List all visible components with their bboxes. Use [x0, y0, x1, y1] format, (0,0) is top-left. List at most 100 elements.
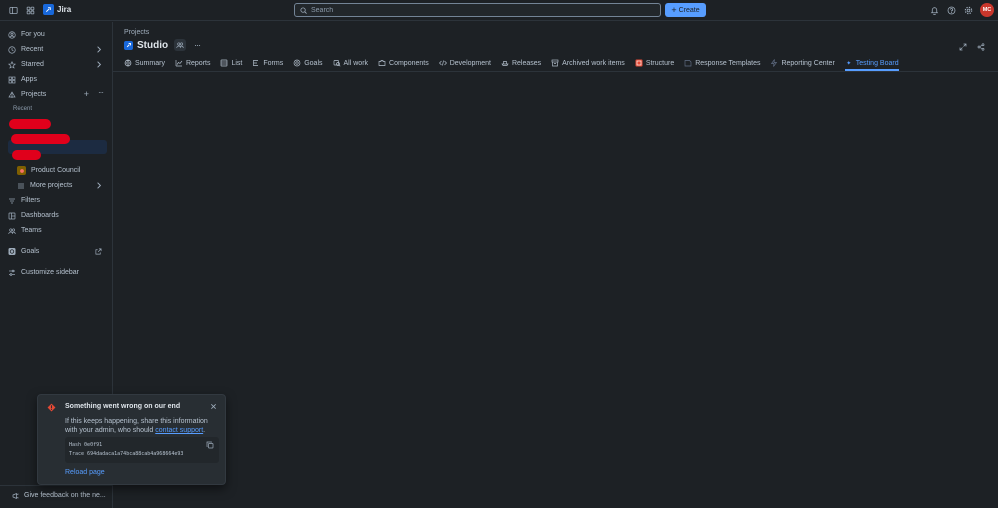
sidebar-toggle-icon[interactable] — [7, 4, 20, 17]
close-icon[interactable] — [210, 403, 218, 411]
projects-icon — [8, 90, 16, 99]
sidebar-item-filters[interactable]: Filters — [4, 194, 108, 207]
sidebar-item-more-projects[interactable]: More projects — [4, 179, 108, 192]
user-avatar[interactable]: MC — [980, 3, 994, 17]
error-flag: Something went wrong on our end If this … — [37, 394, 226, 485]
clock-icon — [8, 45, 16, 54]
reload-page-link[interactable]: Reload page — [65, 469, 105, 476]
tab-reporting-center[interactable]: Reporting Center — [770, 56, 835, 70]
tab-label: Testing Board — [855, 59, 899, 67]
feedback-label: Give feedback on the ne... — [24, 492, 106, 499]
error-icon — [47, 403, 56, 412]
breadcrumb[interactable]: Projects — [124, 29, 149, 36]
sidebar-item-label: Goals — [21, 248, 40, 255]
apps-icon — [8, 76, 16, 84]
person-circle-icon — [8, 30, 16, 39]
tab-releases[interactable]: Releases — [501, 56, 541, 70]
sidebar-item-customize[interactable]: Customize sidebar — [4, 266, 108, 279]
top-navigation-bar: Jira + Create MC — [0, 0, 998, 21]
list-icon — [220, 59, 228, 67]
error-message-period: . — [203, 427, 206, 434]
sidebar-item-apps[interactable]: Apps — [4, 73, 108, 86]
tab-goals[interactable]: Goals — [293, 56, 323, 70]
sidebar-item-for-you[interactable]: For you — [4, 28, 108, 41]
template-icon — [684, 59, 692, 67]
tab-label: Development — [449, 59, 491, 67]
share-icon[interactable] — [974, 40, 987, 53]
sidebar-item-label: Projects — [21, 91, 47, 98]
project-header: Studio ··· — [124, 39, 201, 51]
sidebar-item-label: Teams — [21, 227, 42, 234]
sidebar-item-teams[interactable]: Teams — [4, 224, 108, 237]
tab-label: Forms — [263, 59, 284, 67]
more-actions-icon[interactable]: ··· — [194, 40, 201, 50]
sidebar-item-label: More projects — [30, 182, 73, 189]
sidebar-item-product-council[interactable]: Product Council — [4, 164, 108, 177]
chevron-right-icon — [96, 182, 102, 189]
sidebar-item-projects[interactable]: Projects + ··· — [4, 88, 108, 101]
goals-icon — [8, 248, 16, 256]
app-switcher-icon[interactable] — [24, 4, 37, 17]
tab-label: Structure — [645, 59, 675, 67]
sidebar-item-label: Apps — [21, 76, 37, 83]
redacted-project[interactable] — [9, 119, 51, 129]
tab-all-work[interactable]: All work — [333, 56, 369, 70]
sidebar-item-starred[interactable]: Starred — [4, 58, 108, 71]
fullscreen-icon[interactable] — [956, 40, 969, 53]
tab-label: Reports — [185, 59, 211, 67]
product-council-project-icon — [17, 166, 26, 175]
tab-response-templates[interactable]: Response Templates — [684, 56, 760, 70]
tab-label: Archived work items — [562, 59, 625, 67]
redacted-project[interactable] — [11, 134, 70, 144]
sidebar-item-label: Starred — [21, 61, 44, 68]
tab-forms[interactable]: Forms — [252, 56, 283, 70]
more-options-icon[interactable]: ··· — [98, 88, 104, 97]
settings-gear-icon[interactable] — [962, 4, 975, 17]
search-box[interactable] — [294, 3, 661, 17]
tab-archived-work-items[interactable]: Archived work items — [551, 56, 625, 70]
tab-list[interactable]: List — [220, 56, 242, 70]
tab-summary[interactable]: Summary — [124, 56, 165, 70]
create-label: Create — [678, 6, 700, 14]
error-code-box: Hash 0e0f91 Trace 694dadaca1a74bca88cab4… — [65, 437, 219, 463]
create-button[interactable]: + Create — [665, 3, 706, 17]
give-feedback-button[interactable]: Give feedback on the ne... — [0, 485, 113, 505]
customize-icon — [8, 269, 16, 277]
tab-development[interactable]: Development — [438, 56, 491, 70]
sparkle-icon: ✦ — [846, 60, 852, 67]
tab-label: Components — [389, 59, 429, 67]
sidebar-item-label: Product Council — [31, 167, 81, 174]
sidebar-item-recent[interactable]: Recent — [4, 43, 108, 56]
sidebar-item-label: Customize sidebar — [21, 269, 79, 276]
copy-icon[interactable] — [206, 441, 214, 449]
contact-support-link[interactable]: contact support — [155, 427, 203, 434]
tab-components[interactable]: Components — [378, 56, 429, 70]
component-icon — [378, 59, 386, 67]
tab-structure[interactable]: Structure — [635, 56, 674, 70]
help-icon[interactable] — [945, 4, 958, 17]
code-icon — [438, 59, 447, 67]
error-message: If this keeps happening, share this info… — [65, 417, 220, 435]
add-project-icon[interactable]: + — [84, 89, 89, 99]
dashboard-icon — [8, 212, 16, 220]
project-people-icon[interactable] — [174, 39, 187, 51]
tab-testing-board[interactable]: ✦ Testing Board — [844, 56, 899, 71]
app-name: Jira — [57, 5, 72, 14]
archive-icon — [551, 59, 559, 67]
project-tabs: Summary Reports List Forms Goals All wor… — [124, 56, 899, 71]
tab-label: List — [231, 59, 243, 67]
jira-logo-icon — [43, 4, 54, 15]
chevron-right-icon — [96, 61, 102, 68]
search-input[interactable] — [311, 6, 651, 14]
tab-label: Summary — [135, 59, 165, 67]
sidebar-item-dashboards[interactable]: Dashboards — [4, 209, 108, 222]
jira-logo[interactable]: Jira — [43, 4, 71, 15]
tab-label: All work — [343, 59, 369, 67]
sidebar-item-goals[interactable]: Goals — [4, 245, 108, 258]
redacted-project[interactable] — [12, 150, 41, 160]
error-title: Something went wrong on our end — [65, 403, 181, 410]
plus-icon: + — [671, 4, 677, 15]
tab-reports[interactable]: Reports — [175, 56, 211, 70]
notifications-bell-icon[interactable] — [928, 4, 941, 17]
hash-line: Hash 0e0f91 — [69, 442, 103, 448]
